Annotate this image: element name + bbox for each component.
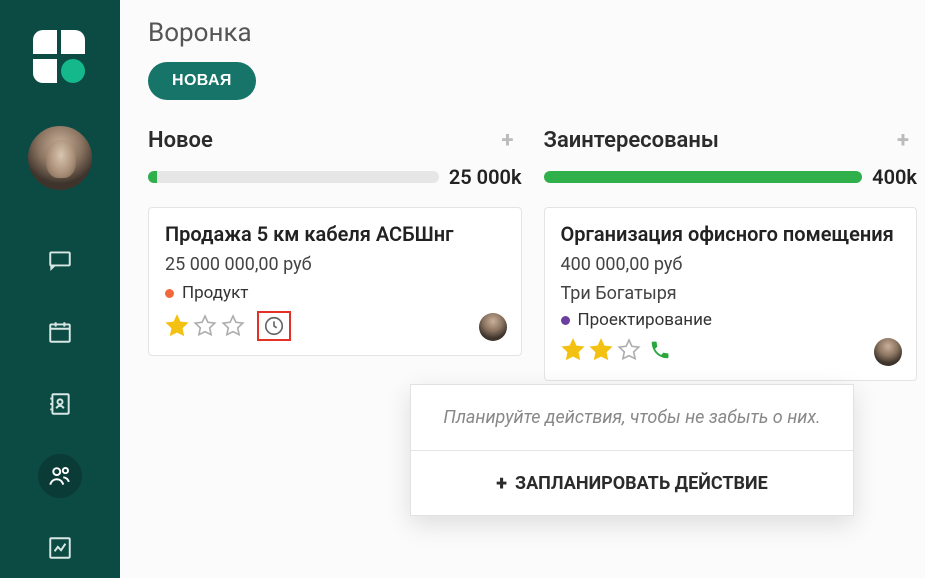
priority-stars[interactable] — [561, 338, 641, 362]
user-avatar[interactable] — [26, 124, 94, 192]
star-icon — [193, 314, 217, 338]
priority-stars[interactable] — [165, 314, 245, 338]
deal-company: Три Богатыря — [561, 283, 901, 304]
kanban-column: Заинтересованы + 400k Организация офисно… — [544, 128, 918, 381]
column-progress — [544, 171, 863, 183]
page-title: Воронка — [148, 18, 917, 48]
add-card-button[interactable]: + — [494, 128, 522, 153]
kanban-column: Новое + 25 000k Продажа 5 км кабеля АСБШ… — [148, 128, 522, 381]
clock-icon — [263, 315, 285, 337]
deal-card[interactable]: Продажа 5 км кабеля АСБШнг 25 000 000,00… — [148, 207, 522, 356]
schedule-activity-label: ЗАПЛАНИРОВАТЬ ДЕЙСТВИЕ — [515, 473, 768, 494]
star-icon — [165, 314, 189, 338]
nav-reports-icon[interactable] — [38, 526, 82, 570]
sidebar — [0, 0, 120, 578]
deal-amount: 400 000,00 руб — [561, 254, 901, 275]
nav-contacts-book-icon[interactable] — [38, 382, 82, 426]
tag-dot-icon — [165, 289, 174, 298]
deal-title: Продажа 5 км кабеля АСБШнг — [165, 222, 505, 246]
nav-messages-icon[interactable] — [38, 238, 82, 282]
nav-people-icon[interactable] — [38, 454, 82, 498]
tag-dot-icon — [561, 316, 570, 325]
assignee-avatar[interactable] — [479, 313, 507, 341]
deal-amount: 25 000 000,00 руб — [165, 254, 505, 275]
star-icon — [561, 338, 585, 362]
column-progress — [148, 171, 439, 183]
deal-tag: Проектирование — [561, 310, 901, 330]
main: Воронка НОВАЯ Новое + 25 000k Продажа 5 … — [120, 0, 925, 578]
column-total: 400k — [872, 165, 917, 189]
popover-hint: Планируйте действия, чтобы не забыть о н… — [411, 385, 853, 451]
deal-tag-label: Проектирование — [578, 310, 712, 330]
deal-tag: Продукт — [165, 283, 505, 303]
star-icon — [221, 314, 245, 338]
assignee-avatar[interactable] — [874, 338, 902, 366]
deal-title: Организация офисного помещения — [561, 222, 901, 246]
schedule-activity-popover: Планируйте действия, чтобы не забыть о н… — [410, 384, 854, 516]
overdue-activity-indicator[interactable] — [257, 311, 291, 341]
nav — [38, 228, 82, 570]
star-icon — [589, 338, 613, 362]
plus-icon: + — [496, 471, 507, 495]
new-pipeline-button[interactable]: НОВАЯ — [148, 62, 256, 100]
column-title: Заинтересованы — [544, 128, 719, 153]
column-total: 25 000k — [449, 165, 522, 189]
phone-icon[interactable] — [649, 339, 671, 361]
schedule-activity-button[interactable]: + ЗАПЛАНИРОВАТЬ ДЕЙСТВИЕ — [411, 451, 853, 515]
app-logo — [33, 30, 87, 84]
deal-tag-label: Продукт — [182, 283, 248, 303]
kanban-columns: Новое + 25 000k Продажа 5 км кабеля АСБШ… — [148, 128, 917, 381]
add-card-button[interactable]: + — [889, 128, 917, 153]
star-icon — [617, 338, 641, 362]
deal-card[interactable]: Организация офисного помещения 400 000,0… — [544, 207, 918, 381]
column-title: Новое — [148, 128, 213, 153]
nav-calendar-icon[interactable] — [38, 310, 82, 354]
